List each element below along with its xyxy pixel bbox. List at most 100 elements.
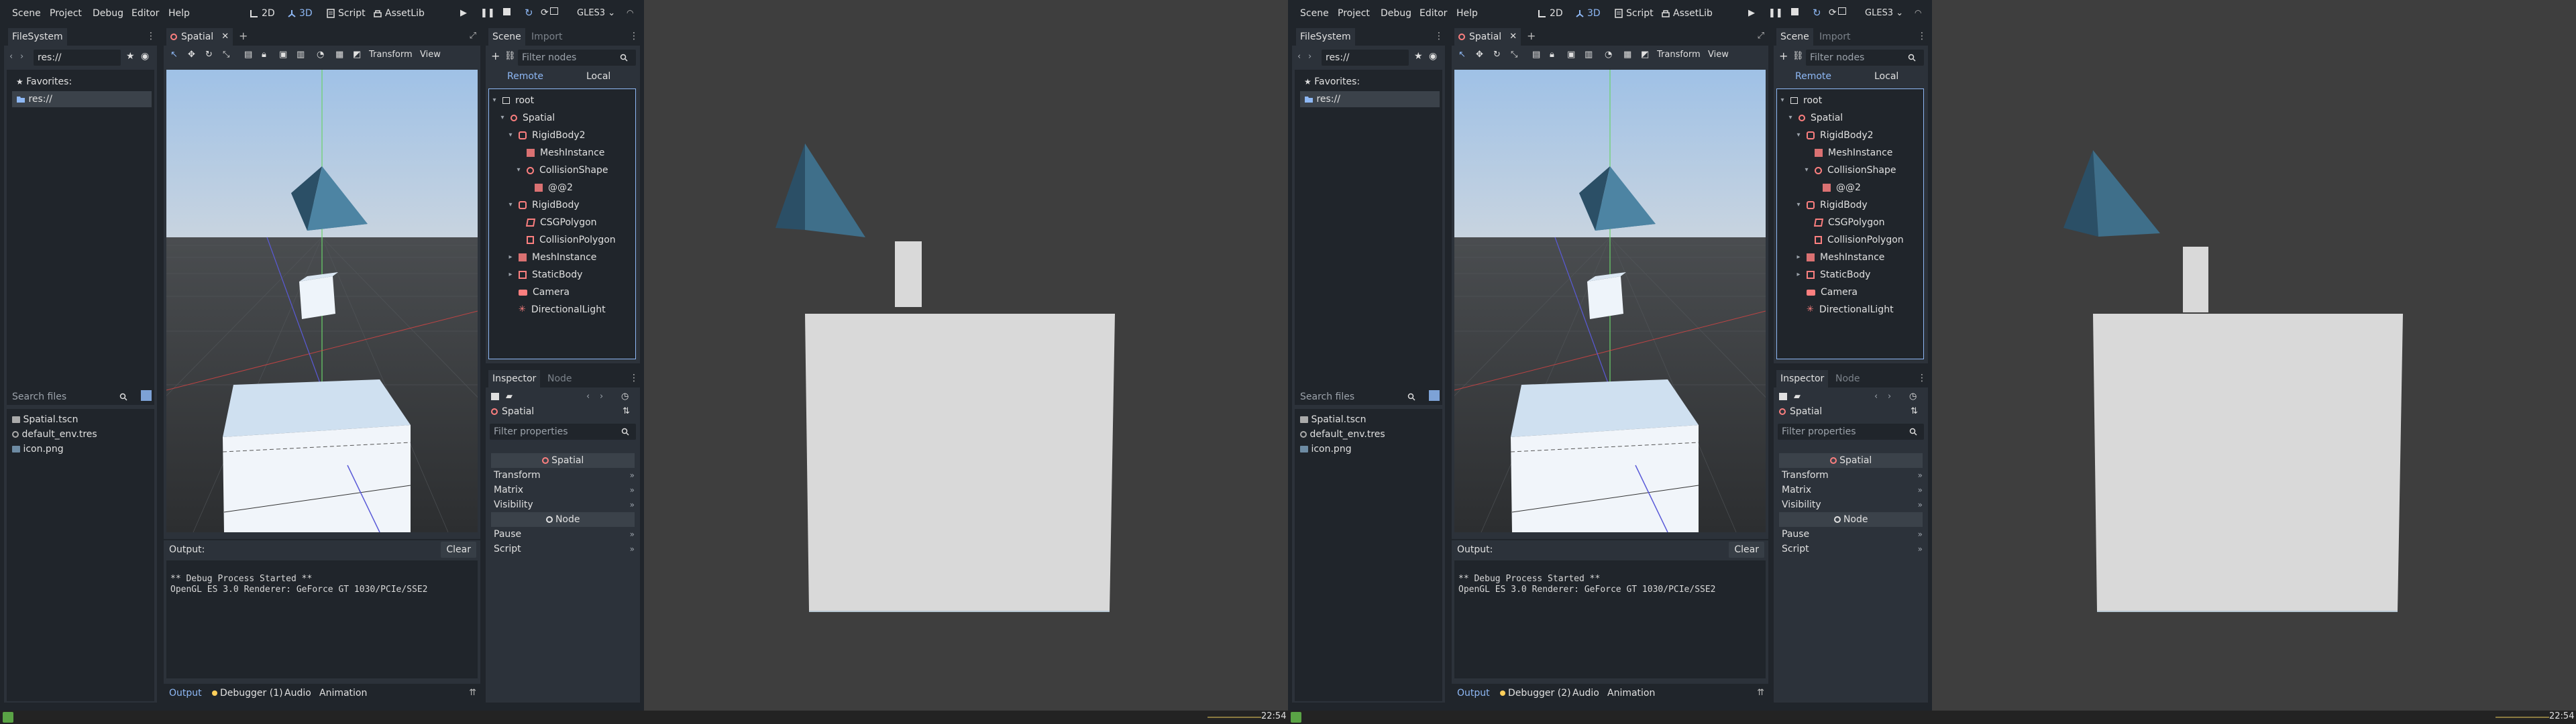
- filter-nodes-input[interactable]: Filter nodes: [1806, 50, 1924, 66]
- file-item[interactable]: default_env.tres: [1300, 426, 1385, 442]
- tab-scene[interactable]: Scene: [488, 28, 525, 46]
- lock-icon[interactable]: 🔒︎: [262, 50, 266, 60]
- prop-matrix[interactable]: Matrix »: [1782, 483, 1923, 497]
- select-tool-icon[interactable]: ↖: [1458, 50, 1466, 60]
- expand-panel-icon[interactable]: ⇈: [469, 688, 476, 698]
- tree-toggle-icon[interactable]: ▾: [500, 109, 505, 127]
- tree-item-res[interactable]: res://: [12, 91, 152, 107]
- tree-toggle-icon[interactable]: ▸: [508, 249, 513, 266]
- pause-icon[interactable]: ❚❚: [480, 8, 495, 18]
- play-custom-icon[interactable]: ⟳: [1829, 7, 1837, 18]
- tab-spatial[interactable]: Spatial ✕: [1454, 28, 1521, 46]
- menu-project[interactable]: Project: [50, 8, 82, 19]
- open-folder-icon[interactable]: ▰: [506, 391, 513, 402]
- filter-properties-input[interactable]: Filter properties: [1778, 424, 1924, 440]
- group-icon[interactable]: ▣: [1567, 50, 1575, 60]
- menu-editor[interactable]: Editor: [1419, 8, 1447, 19]
- camera-preview-icon[interactable]: ▦: [1623, 50, 1631, 60]
- remote-debug-icon[interactable]: [550, 7, 558, 15]
- filter-properties-input[interactable]: Filter properties: [490, 424, 636, 440]
- snap-icon[interactable]: ◔: [1605, 50, 1612, 60]
- mode-3d-button[interactable]: 3D: [287, 8, 313, 19]
- scale-tool-icon[interactable]: ⤡: [223, 50, 229, 60]
- list-select-icon[interactable]: ▤: [1532, 50, 1540, 60]
- remote-button[interactable]: Remote: [1795, 71, 1831, 82]
- prop-pause[interactable]: Pause »: [494, 527, 635, 542]
- play-scene-icon[interactable]: ↻: [1813, 7, 1821, 19]
- play-icon[interactable]: ▶: [1748, 8, 1755, 18]
- file-item[interactable]: default_env.tres: [12, 426, 97, 442]
- tree-node[interactable]: ▾ RigidBody: [508, 196, 579, 214]
- link-icon[interactable]: ⛓: [504, 51, 516, 61]
- tree-toggle-icon[interactable]: ▾: [1796, 196, 1801, 214]
- group-icon[interactable]: ▣: [279, 50, 287, 60]
- new-resource-icon[interactable]: [1779, 393, 1787, 400]
- list-select-icon[interactable]: ▤: [244, 50, 252, 60]
- back-arrow-icon[interactable]: ‹: [9, 52, 13, 62]
- search-files-input[interactable]: Search files: [1296, 389, 1417, 405]
- grid-view-icon[interactable]: [1429, 390, 1440, 401]
- app-launcher-icon[interactable]: [1291, 712, 1301, 723]
- tab-animation[interactable]: Animation: [319, 688, 367, 699]
- play-scene-icon[interactable]: ↻: [525, 7, 533, 19]
- tree-node[interactable]: MeshInstance: [1804, 144, 1892, 162]
- tree-toggle-icon[interactable]: ▾: [492, 92, 497, 109]
- tree-toggle-icon[interactable]: ▾: [516, 162, 521, 179]
- tree-item-res[interactable]: res://: [1300, 91, 1440, 107]
- tree-toggle-icon[interactable]: ▾: [1788, 109, 1793, 127]
- view-menu[interactable]: View: [420, 50, 441, 60]
- tree-node[interactable]: ▾ root: [1780, 92, 1822, 109]
- tab-animation[interactable]: Animation: [1607, 688, 1655, 699]
- new-resource-icon[interactable]: [491, 393, 499, 400]
- section-spatial[interactable]: Spatial: [1779, 453, 1923, 468]
- mode-assetlib-button[interactable]: AssetLib: [1661, 8, 1713, 19]
- camera-preview-icon[interactable]: ▦: [335, 50, 343, 60]
- tree-toggle-icon[interactable]: ▾: [1780, 92, 1785, 109]
- mode-2d-button[interactable]: 2D: [250, 8, 275, 19]
- close-icon[interactable]: ✕: [1509, 28, 1517, 46]
- tree-node[interactable]: ▸ MeshInstance: [508, 249, 596, 266]
- close-icon[interactable]: ✕: [221, 28, 229, 46]
- tree-node[interactable]: CollisionPolygon: [516, 231, 616, 249]
- tab-inspector[interactable]: Inspector: [1776, 370, 1829, 387]
- clear-button[interactable]: Clear: [441, 542, 476, 558]
- tree-node[interactable]: ▸ StaticBody: [508, 266, 582, 284]
- menu-scene[interactable]: Scene: [1300, 8, 1329, 19]
- tree-toggle-icon[interactable]: ▾: [1804, 162, 1809, 179]
- transform-menu[interactable]: Transform: [1657, 50, 1701, 60]
- tab-node[interactable]: Node: [1831, 370, 1864, 387]
- tree-node[interactable]: ▾ CollisionShape: [516, 162, 608, 179]
- local-space-icon[interactable]: ▥: [1585, 50, 1593, 60]
- prop-script[interactable]: Script »: [494, 542, 635, 556]
- forward-arrow-icon[interactable]: ›: [20, 52, 23, 62]
- grid-icon[interactable]: ◩: [353, 50, 361, 60]
- tree-node[interactable]: Camera: [508, 284, 570, 301]
- tree-node[interactable]: ▾ RigidBody2: [1796, 127, 1873, 144]
- tree-toggle-icon[interactable]: ▸: [1796, 266, 1801, 284]
- section-node[interactable]: Node: [491, 512, 635, 527]
- view-menu[interactable]: View: [1708, 50, 1729, 60]
- local-button[interactable]: Local: [586, 71, 610, 82]
- select-tool-icon[interactable]: ↖: [170, 50, 178, 60]
- play-icon[interactable]: ▶: [460, 8, 467, 18]
- file-item[interactable]: icon.png: [12, 441, 64, 457]
- grid-view-icon[interactable]: [141, 390, 152, 401]
- prop-transform[interactable]: Transform »: [494, 468, 635, 483]
- prop-script[interactable]: Script »: [1782, 542, 1923, 556]
- tab-node[interactable]: Node: [543, 370, 576, 387]
- sort-icon[interactable]: ⇅: [1911, 406, 1918, 416]
- prop-visibility[interactable]: Visibility »: [494, 497, 635, 512]
- tree-node[interactable]: CollisionPolygon: [1804, 231, 1904, 249]
- mode-2d-button[interactable]: 2D: [1538, 8, 1563, 19]
- prop-matrix[interactable]: Matrix »: [494, 483, 635, 497]
- tree-node[interactable]: CSGPolygon: [516, 214, 597, 231]
- tab-output[interactable]: Output: [169, 688, 202, 699]
- app-launcher-icon[interactable]: [3, 712, 13, 723]
- tree-node[interactable]: ▾ RigidBody: [1796, 196, 1867, 214]
- menu-kebab-icon[interactable]: ⋮: [1917, 31, 1927, 43]
- rotate-tool-icon[interactable]: ↻: [205, 50, 213, 60]
- menu-debug[interactable]: Debug: [93, 8, 123, 19]
- renderer-select[interactable]: GLES3 ⌄: [1865, 8, 1903, 18]
- mode-3d-button[interactable]: 3D: [1575, 8, 1601, 19]
- favorites-row[interactable]: ★ Favorites:: [16, 74, 72, 90]
